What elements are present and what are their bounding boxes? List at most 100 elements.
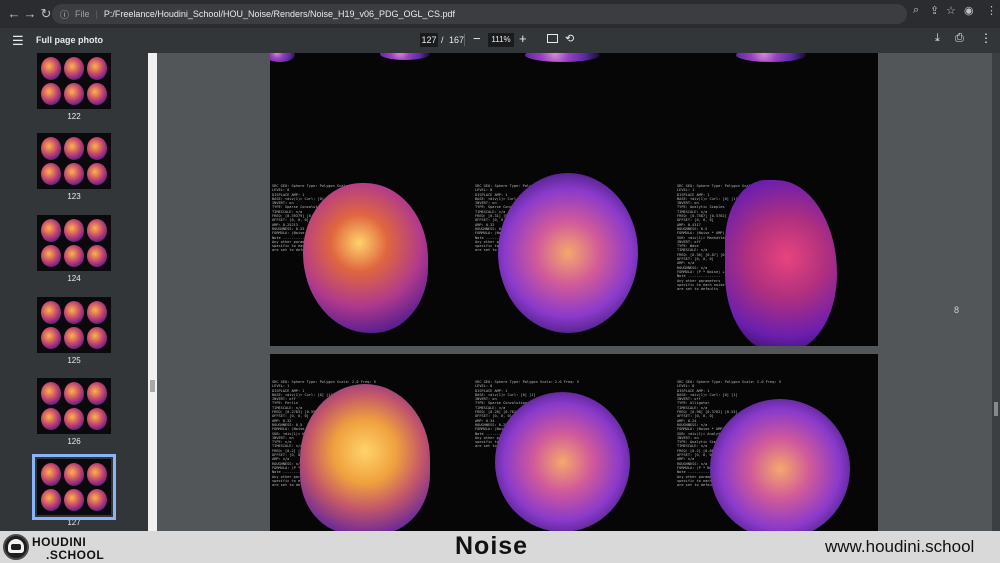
url-text[interactable]: P:/Freelance/Houdini_School/HOU_Noise/Re… [104, 9, 455, 19]
pdf-page-lower: SRC GEO: Sphere Type: Polygon Scale: 2.0… [270, 354, 878, 531]
thumbnail-item[interactable]: 126 [37, 378, 111, 446]
thumbnail-sidebar: 122 123 124 125 126 127 [0, 53, 148, 531]
thumbnail-render [87, 162, 107, 185]
info-icon[interactable]: ⓘ [60, 8, 69, 21]
download-icon[interactable]: ⤓ [935, 32, 940, 45]
toolbar-divider [464, 34, 465, 46]
noise-render [300, 384, 430, 531]
thumbnail-render [87, 82, 107, 105]
thumbnail-page-number: 125 [67, 356, 81, 365]
page-thumbnail[interactable] [37, 378, 111, 434]
bookmark-star-icon[interactable]: ☆ [946, 4, 956, 17]
thumbnail-item[interactable]: 123 [37, 133, 111, 201]
thumbnail-render [87, 407, 107, 430]
browser-address-bar: ← → ↻ ⓘ File | P:/Freelance/Houdini_Scho… [0, 0, 1000, 28]
zoom-out-button[interactable]: − [473, 31, 481, 46]
scheme-divider: | [95, 9, 98, 19]
thumbnail-page-number: 127 [67, 518, 81, 527]
document-title: Full page photo [36, 35, 103, 45]
thumbnail-render [41, 407, 61, 430]
noise-render [380, 53, 430, 60]
omnibox[interactable]: ⓘ File | P:/Freelance/Houdini_School/HOU… [52, 4, 907, 24]
page-marker: 8 [954, 305, 960, 315]
noise-render [710, 399, 850, 531]
thumbnail-render [41, 137, 61, 160]
page-thumbnail[interactable] [37, 297, 111, 353]
page-number-input[interactable]: 127 [420, 33, 438, 47]
thumbnail-render [41, 326, 61, 349]
thumbnail-render [87, 244, 107, 267]
thumbnail-render [87, 57, 107, 80]
browser-menu-icon[interactable]: ⋮ [986, 4, 997, 17]
thumbnail-render [41, 162, 61, 185]
thumbnail-render [87, 301, 107, 324]
total-pages: 167 [449, 35, 465, 45]
viewer-scrollbar[interactable] [992, 53, 1000, 531]
sidebar-scroll-thumb[interactable] [150, 380, 155, 392]
hamburger-menu-icon[interactable]: ☰ [12, 33, 24, 49]
thumbnail-render [64, 301, 84, 324]
thumbnail-render [64, 463, 84, 486]
share-icon[interactable]: ⇪ [930, 4, 939, 17]
noise-render [736, 53, 806, 62]
pdf-toolbar: ☰ Full page photo 127 / 167 − 111% + ⟲ ⤓… [0, 28, 1000, 53]
scheme-label: File [75, 9, 90, 19]
lesson-topic: Noise [455, 532, 529, 560]
page-separator: / [441, 35, 444, 45]
thumbnail-item[interactable]: 124 [37, 215, 111, 283]
brand-name-line2: .SCHOOL [46, 548, 105, 562]
thumbnail-render [64, 488, 84, 511]
page-thumbnail[interactable] [37, 133, 111, 189]
thumbnail-render [41, 244, 61, 267]
pdf-page-upper: SRC GEO: Sphere Type: Polygon Scale: 2.0… [270, 53, 878, 346]
website-url: www.houdini.school [825, 537, 975, 556]
thumbnail-render [64, 137, 84, 160]
thumbnail-render [41, 382, 61, 405]
noise-render [525, 53, 600, 62]
thumbnail-render [87, 382, 107, 405]
thumbnail-render [64, 407, 84, 430]
thumbnail-render [87, 326, 107, 349]
zoom-level-input[interactable]: 111% [488, 33, 514, 47]
thumbnail-render [87, 137, 107, 160]
thumbnail-render [41, 57, 61, 80]
noise-render [303, 183, 428, 333]
thumbnail-render [41, 463, 61, 486]
brand-name-line1: HOUDINI [32, 535, 87, 549]
thumbnail-render [41, 301, 61, 324]
thumbnail-item[interactable]: 125 [37, 297, 111, 365]
zoom-in-button[interactable]: + [519, 31, 527, 46]
noise-render [495, 392, 630, 531]
thumbnail-render [64, 82, 84, 105]
page-thumbnail[interactable] [32, 454, 116, 520]
more-options-icon[interactable]: ⋮ [980, 31, 992, 45]
thumbnail-item[interactable]: 127 [32, 454, 116, 527]
noise-render [498, 173, 638, 333]
thumbnail-render [64, 162, 84, 185]
thumbnail-render [87, 488, 107, 511]
helmet-visor [11, 544, 21, 550]
thumbnail-render [64, 326, 84, 349]
thumbnail-render [64, 244, 84, 267]
thumbnail-page-number: 123 [67, 192, 81, 201]
viewer-scroll-thumb[interactable] [994, 402, 998, 416]
thumbnail-item[interactable]: 122 [37, 53, 111, 121]
thumbnail-render [41, 219, 61, 242]
rotate-icon[interactable]: ⟲ [565, 32, 574, 45]
sidebar-scrollbar[interactable] [148, 53, 157, 531]
thumbnail-render [87, 219, 107, 242]
zoom-icon[interactable]: ⌕ [913, 4, 919, 17]
thumbnail-page-number: 126 [67, 437, 81, 446]
print-icon[interactable]: ⎙ [955, 32, 964, 45]
page-thumbnail[interactable] [37, 215, 111, 271]
thumbnail-page-number: 122 [67, 112, 81, 121]
document-viewer[interactable]: SRC GEO: Sphere Type: Polygon Scale: 2.0… [157, 53, 1000, 531]
fit-to-page-icon[interactable] [547, 34, 558, 43]
thumbnail-render [87, 463, 107, 486]
thumbnail-render [64, 219, 84, 242]
thumbnail-render [41, 82, 61, 105]
profile-icon[interactable]: ◉ [964, 4, 974, 17]
thumbnail-render [64, 57, 84, 80]
page-thumbnail[interactable] [37, 53, 111, 109]
thumbnail-page-number: 124 [67, 274, 81, 283]
